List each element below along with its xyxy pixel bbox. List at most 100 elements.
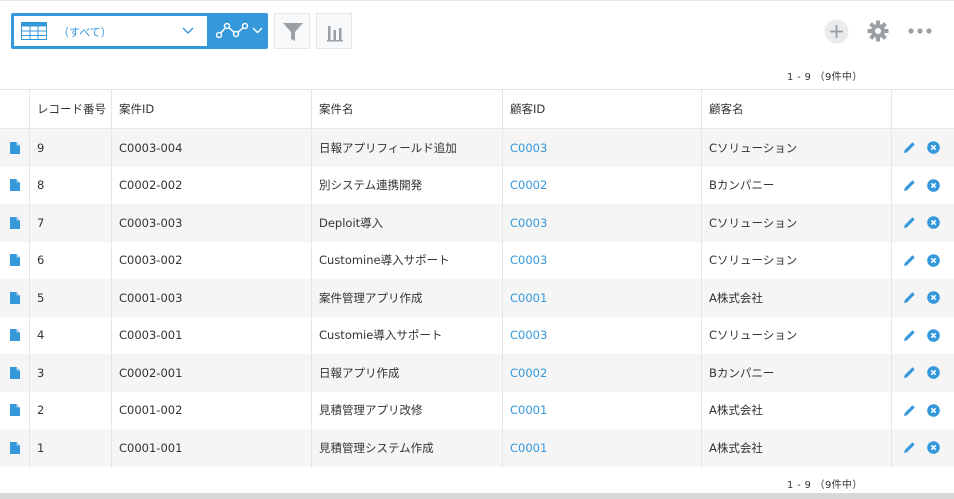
cell-case-id: C0003-004 [119,140,183,155]
cell-case-id: C0003-003 [119,215,183,230]
cell-customer-name: Bカンパニー [709,365,775,380]
column-divider [29,89,30,468]
record-detail-link[interactable] [0,279,29,317]
row-actions [891,204,954,242]
pencil-icon[interactable] [903,366,916,379]
document-icon [9,291,20,304]
close-circle-icon[interactable] [927,178,940,192]
horizontal-scrollbar[interactable] [0,493,954,499]
view-selector[interactable]: （すべて） [11,13,268,49]
cell-case-id: C0002-002 [119,178,183,193]
pencil-icon[interactable] [903,291,916,304]
table-row[interactable]: 5 C0001-003 案件管理アプリ作成 C0001 A株式会社 [0,279,954,317]
table-row[interactable]: 6 C0003-002 Customine導入サポート C0003 Cソリューション [0,242,954,280]
document-icon [9,329,20,342]
record-detail-link[interactable] [0,204,29,242]
view-dropdown[interactable]: （すべて） [14,16,207,46]
record-detail-link[interactable] [0,129,29,167]
cell-customer-id-link[interactable]: C0003 [502,204,701,242]
table-row[interactable]: 7 C0003-003 Deploit導入 C0003 Cソリューション [0,204,954,242]
close-circle-icon[interactable] [927,441,940,454]
cell-customer-name: Cソリューション [709,253,798,268]
close-circle-icon[interactable] [927,403,940,417]
record-detail-link[interactable] [0,317,29,355]
cell-case-id: C0001-003 [119,290,183,305]
cell-customer-name: Cソリューション [709,140,798,155]
header-record-no[interactable]: レコード番号 [29,90,111,128]
cell-customer-id-link[interactable]: C0001 [502,429,701,467]
pagination-bottom: 1 - 9 （9件中） [787,480,863,491]
cell-customer-name: Cソリューション [709,328,798,343]
header-actions-col [891,90,954,128]
cell-customer-id-link[interactable]: C0003 [502,129,701,167]
cell-case-name: 案件管理アプリ作成 [319,290,423,305]
gear-icon[interactable] [867,20,889,42]
row-actions [891,392,954,430]
row-actions [891,167,954,205]
cell-customer-name: Bカンパニー [709,178,775,193]
pencil-icon[interactable] [903,254,916,267]
table-row[interactable]: 9 C0003-004 日報アプリフィールド追加 C0003 Cソリューション [0,129,954,167]
cell-record-no: 7 [37,215,45,230]
cell-case-name: 日報アプリフィールド追加 [319,140,457,155]
document-icon [9,141,20,154]
header-customer-name[interactable]: 顧客名 [701,90,891,128]
close-circle-icon[interactable] [927,141,940,154]
pencil-icon[interactable] [903,216,916,229]
plus-circle-icon[interactable] [824,19,849,44]
close-circle-icon[interactable] [927,253,940,267]
column-divider [311,89,312,468]
record-detail-link[interactable] [0,242,29,280]
row-actions [891,242,954,280]
more-dots-icon[interactable] [908,28,932,34]
header-case-id[interactable]: 案件ID [111,90,311,128]
pencil-icon[interactable] [903,141,916,154]
record-detail-link[interactable] [0,167,29,205]
header-icon-col [0,90,29,128]
table-row[interactable]: 2 C0001-002 見積管理アプリ改修 C0001 A株式会社 [0,392,954,430]
row-actions [891,129,954,167]
close-circle-icon[interactable] [927,291,940,304]
cell-case-name: Deploit導入 [319,215,384,230]
pencil-icon[interactable] [903,441,916,454]
header-customer-id[interactable]: 顧客ID [502,90,701,128]
close-circle-icon[interactable] [927,366,940,379]
record-detail-link[interactable] [0,429,29,467]
cell-customer-name: A株式会社 [709,403,763,418]
document-icon [9,366,20,379]
bar-chart-icon [327,26,343,42]
table-icon [21,22,47,40]
table-row[interactable]: 4 C0003-001 Customie導入サポート C0003 Cソリューション [0,317,954,355]
graph-button[interactable] [316,13,352,49]
cell-record-no: 9 [37,140,45,155]
record-detail-link[interactable] [0,392,29,430]
pencil-icon[interactable] [903,179,916,192]
top-border [0,0,954,1]
row-actions [891,279,954,317]
table-row[interactable]: 3 C0002-001 日報アプリ作成 C0002 Bカンパニー [0,354,954,392]
header-case-name[interactable]: 案件名 [311,90,502,128]
cell-case-id: C0003-001 [119,328,183,343]
table-row[interactable]: 8 C0002-002 別システム連携開発 C0002 Bカンパニー [0,167,954,205]
document-icon [9,216,20,229]
cell-customer-name: A株式会社 [709,440,763,455]
cell-customer-id-link[interactable]: C0001 [502,279,701,317]
pencil-icon[interactable] [903,404,916,417]
filter-button[interactable] [274,13,310,49]
close-circle-icon[interactable] [927,216,940,229]
record-detail-link[interactable] [0,354,29,392]
close-circle-icon[interactable] [927,328,940,342]
column-divider [111,89,112,468]
table-row[interactable]: 1 C0001-001 見積管理システム作成 C0001 A株式会社 [0,429,954,467]
cell-record-no: 5 [37,290,45,305]
cell-case-name: 見積管理アプリ改修 [319,403,423,418]
graph-selector-button[interactable] [207,13,268,49]
pencil-icon[interactable] [903,329,916,342]
cell-customer-id-link[interactable]: C0001 [502,392,701,430]
chevron-down-icon [182,27,194,34]
cell-customer-id-link[interactable]: C0003 [502,317,701,355]
cell-customer-id-link[interactable]: C0002 [502,354,701,392]
cell-customer-id-link[interactable]: C0002 [502,167,701,205]
cell-customer-id-link[interactable]: C0003 [502,242,701,280]
row-actions [891,354,954,392]
